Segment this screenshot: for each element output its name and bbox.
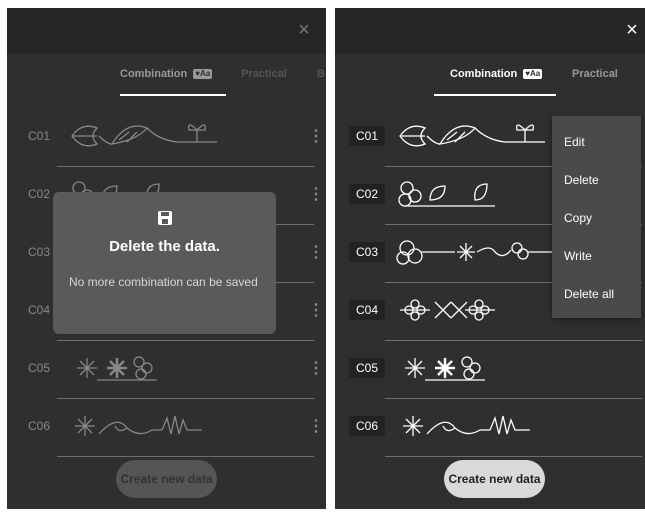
close-icon[interactable]: ×: [292, 18, 316, 42]
motif-snowflake-swirl-heart-icon: [403, 415, 530, 436]
row-divider: [57, 456, 314, 457]
tab-practical[interactable]: Practical: [241, 64, 287, 94]
row-divider: [57, 340, 314, 341]
row-code: C01: [349, 126, 385, 146]
top-bar: ×: [335, 8, 645, 54]
create-new-data-button[interactable]: Create new data: [116, 460, 217, 498]
row-code: C02: [27, 187, 50, 201]
right-screen: × Combination ♥Aa Practical C01 C02 C03 …: [335, 8, 645, 509]
row-divider: [385, 456, 642, 457]
dialog-title: Delete the data.: [109, 238, 220, 255]
row-divider: [57, 398, 314, 399]
more-options-icon[interactable]: ⋮: [308, 302, 324, 320]
delete-dialog: Delete the data. No more combination can…: [53, 192, 276, 334]
heart-text-badge-icon: ♥Aa: [523, 69, 543, 80]
row-code: C03: [27, 245, 50, 259]
heart-text-badge-icon: ♥Aa: [193, 69, 213, 80]
row-divider: [385, 398, 642, 399]
row-code: C05: [349, 358, 385, 378]
context-menu: Edit Delete Copy Write Delete all: [552, 116, 641, 318]
tab-combination[interactable]: Combination ♥Aa: [434, 64, 556, 96]
more-options-icon[interactable]: ⋮: [308, 418, 324, 436]
top-bar: ×: [7, 8, 326, 54]
tab-bar: Combination ♥Aa Practical B: [7, 64, 326, 96]
menu-item-edit[interactable]: Edit: [564, 132, 585, 152]
menu-item-delete-all[interactable]: Delete all: [564, 284, 614, 304]
menu-item-copy[interactable]: Copy: [564, 208, 592, 228]
tab-combination-label: Combination: [450, 68, 518, 80]
motif-stars-flower-icon: [405, 356, 485, 381]
tab-bar: Combination ♥Aa Practical: [335, 64, 645, 96]
motif-leaf-vine-sprout-icon: [71, 124, 217, 147]
motif-flower-cross-icon: [400, 299, 495, 321]
motif-stars-flower-icon: [77, 356, 157, 381]
close-icon[interactable]: ×: [620, 18, 644, 42]
row-divider: [57, 166, 314, 167]
row-code: C04: [27, 303, 50, 317]
more-options-icon[interactable]: ⋮: [308, 244, 324, 262]
dialog-message: No more combination can be saved: [69, 275, 258, 289]
motif-flower-vine-icon: [396, 240, 555, 265]
row-code: C03: [349, 242, 385, 262]
create-new-data-button[interactable]: Create new data: [444, 460, 545, 498]
row-divider: [385, 340, 642, 341]
motif-flower-leaf-icon: [398, 181, 495, 207]
row-code: C02: [349, 184, 385, 204]
tab-combination-label: Combination: [120, 68, 188, 80]
row-code: C06: [349, 416, 385, 436]
row-code: C04: [349, 300, 385, 320]
menu-item-delete[interactable]: Delete: [564, 170, 599, 190]
row-code: C05: [27, 361, 50, 375]
row-code: C01: [27, 129, 50, 143]
tab-next[interactable]: B: [317, 64, 325, 94]
motif-leaf-vine-sprout-icon: [399, 124, 545, 147]
motif-snowflake-swirl-heart-icon: [75, 415, 202, 436]
row-code: C06: [27, 419, 50, 433]
left-screen: × Combination ♥Aa Practical B C01 ⋮ C02 …: [7, 8, 326, 509]
tab-practical[interactable]: Practical: [572, 64, 618, 94]
menu-item-write[interactable]: Write: [564, 246, 592, 266]
more-options-icon[interactable]: ⋮: [308, 186, 324, 204]
more-options-icon[interactable]: ⋮: [308, 360, 324, 378]
tab-combination[interactable]: Combination ♥Aa: [120, 64, 226, 96]
more-options-icon[interactable]: ⋮: [308, 128, 324, 146]
save-icon: [158, 211, 172, 225]
